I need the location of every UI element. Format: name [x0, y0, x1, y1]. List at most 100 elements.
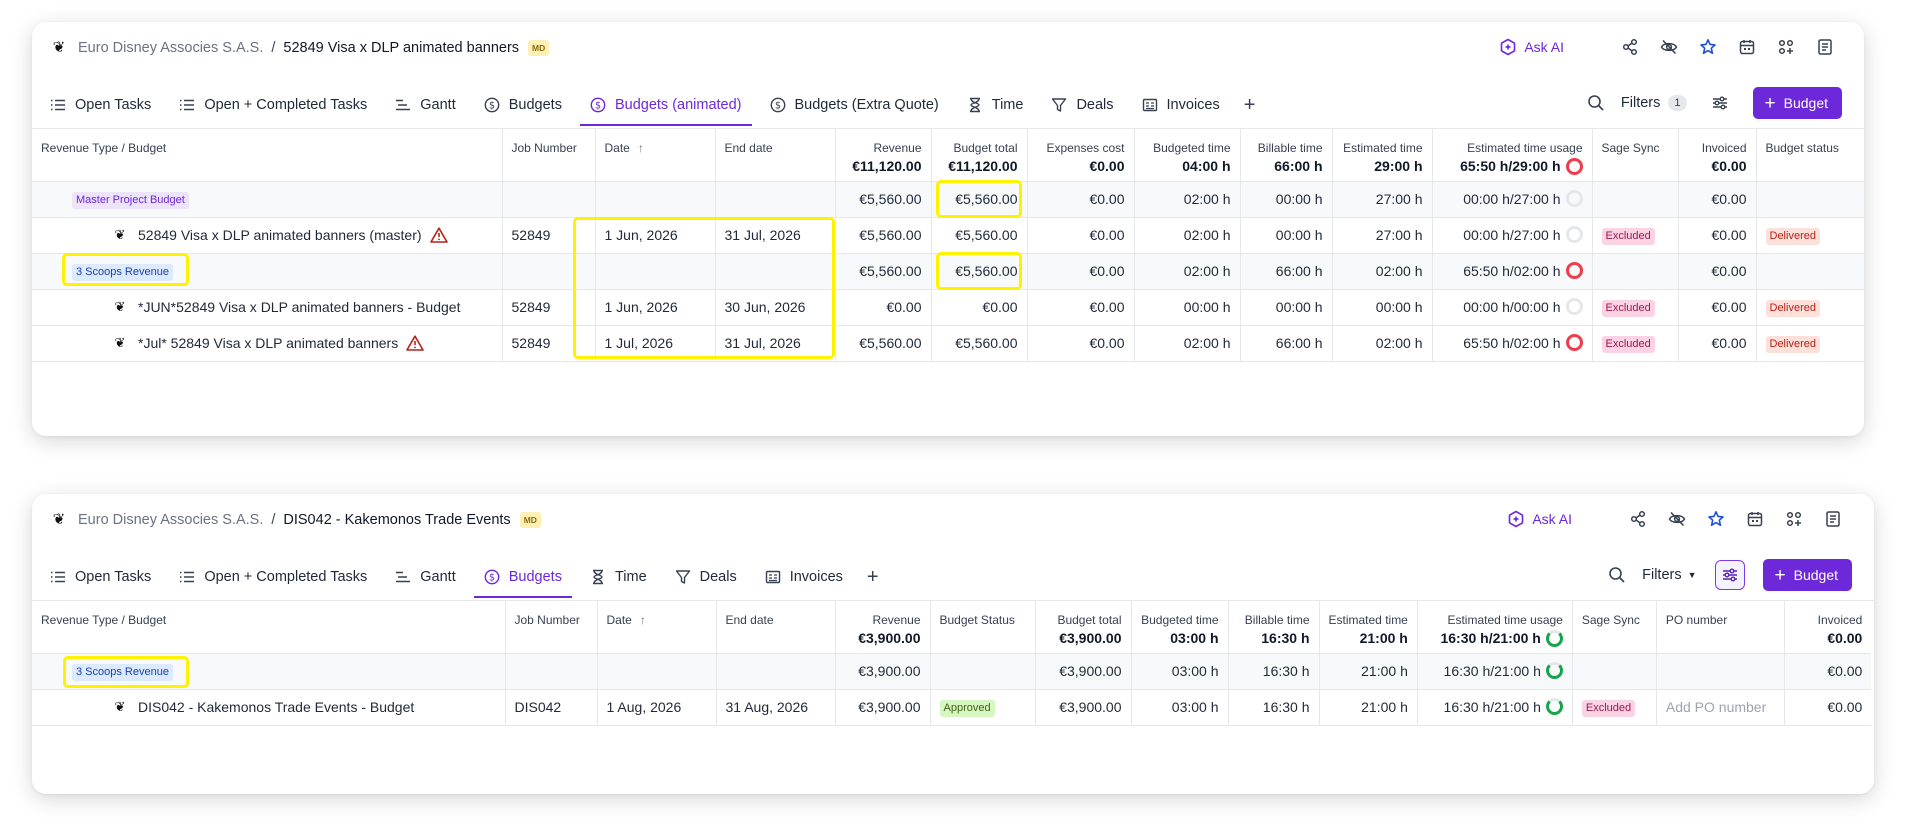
warning-icon[interactable] — [406, 335, 425, 351]
cell-name[interactable]: ❦ DIS042 - Kakemonos Trade Events - Budge… — [32, 689, 506, 726]
cell-name[interactable]: 3 Scoops Revenue — [32, 253, 503, 290]
column-header[interactable]: Estimated time usage 65:50 h/29:00 h — [1432, 129, 1593, 182]
share-icon[interactable] — [1629, 510, 1647, 528]
group-row[interactable]: 3 Scoops Revenue €5,560.00 €5,560.00 €0.00 0… — [32, 253, 1864, 290]
cell-name[interactable]: Master Project Budget — [32, 181, 503, 218]
ask-ai-button[interactable]: Ask AI — [1507, 510, 1572, 528]
filters-button[interactable]: Filters 1 — [1621, 95, 1687, 111]
add-po-number-link[interactable]: Add PO number — [1666, 699, 1766, 715]
column-header[interactable]: Estimated time usage 16:30 h/21:00 h — [1417, 601, 1573, 654]
cell-name[interactable]: 3 Scoops Revenue — [32, 653, 506, 690]
budget-name-label[interactable]: *JUN*52849 Visa x DLP animated banners -… — [138, 299, 460, 315]
column-header[interactable]: End date — [716, 601, 836, 654]
tab-budgets-animated[interactable]: $ Budgets (animated) — [579, 84, 752, 126]
budget-name[interactable]: ❦ *JUN*52849 Visa x DLP animated banners … — [41, 299, 493, 315]
column-header[interactable]: Revenue Type / Budget — [32, 601, 506, 654]
filters-button[interactable]: Filters ▼ — [1642, 567, 1696, 583]
column-header[interactable]: Date ↑ — [595, 129, 716, 182]
column-header[interactable]: Budget total €11,120.00 — [931, 129, 1028, 182]
tab-invoices[interactable]: Invoices — [1132, 84, 1230, 126]
column-header[interactable]: Estimated time 29:00 h — [1332, 129, 1433, 182]
budget-name-label[interactable]: *Jul* 52849 Visa x DLP animated banners — [138, 335, 398, 351]
sort-ascending-icon[interactable]: ↑ — [640, 613, 646, 627]
column-header[interactable]: Billable time 66:00 h — [1240, 129, 1333, 182]
column-header[interactable]: PO number — [1656, 601, 1785, 654]
table-row[interactable]: ❦ *Jul* 52849 Visa x DLP animated banners… — [32, 325, 1864, 362]
table-row[interactable]: ❦ *JUN*52849 Visa x DLP animated banners … — [32, 289, 1864, 326]
column-header[interactable]: Budget total €3,900.00 — [1035, 601, 1132, 654]
add-budget-button[interactable]: + Budget — [1762, 559, 1852, 591]
add-tab-button[interactable]: + — [1238, 84, 1262, 126]
tab-open-tasks[interactable]: Open Tasks — [50, 556, 161, 598]
column-header[interactable]: Job Number — [505, 601, 598, 654]
column-header[interactable]: Budget Status — [930, 601, 1036, 654]
column-header[interactable]: Invoiced €0.00 — [1678, 129, 1757, 182]
add-tab-button[interactable]: + — [861, 556, 885, 598]
apps-icon[interactable] — [1785, 510, 1803, 528]
star-icon[interactable] — [1699, 38, 1717, 56]
tab-time[interactable]: Time — [957, 84, 1034, 126]
tab-budgets[interactable]: $ Budgets — [473, 556, 573, 598]
tab-budgets[interactable]: $ Budgets — [474, 84, 572, 126]
calendar-icon[interactable] — [1738, 38, 1756, 56]
tab-deals[interactable]: Deals — [665, 556, 747, 598]
revenue-type-tag[interactable]: 3 Scoops Revenue — [72, 263, 173, 281]
cell-name[interactable]: ❦ *JUN*52849 Visa x DLP animated banners … — [32, 289, 503, 326]
add-budget-button[interactable]: + Budget — [1752, 87, 1842, 119]
column-header[interactable]: Revenue €11,120.00 — [835, 129, 932, 182]
sort-ascending-icon[interactable]: ↑ — [638, 141, 644, 155]
breadcrumb-client[interactable]: Euro Disney Associes S.A.S. — [78, 40, 263, 56]
search-icon[interactable] — [1587, 94, 1605, 112]
column-settings-icon[interactable] — [1714, 560, 1745, 590]
column-header[interactable]: Budget status — [1756, 129, 1864, 182]
apps-icon[interactable] — [1777, 38, 1795, 56]
column-settings-icon[interactable] — [1705, 88, 1735, 118]
calendar-icon[interactable] — [1746, 510, 1764, 528]
group-row[interactable]: Master Project Budget €5,560.00 €5,560.00 €… — [32, 181, 1864, 218]
revenue-type-tag[interactable]: Master Project Budget — [72, 191, 189, 209]
table-row[interactable]: ❦ 52849 Visa x DLP animated banners (mast… — [32, 217, 1864, 254]
column-header[interactable]: Budgeted time 04:00 h — [1134, 129, 1241, 182]
column-header[interactable]: Estimated time 21:00 h — [1319, 601, 1418, 654]
budget-name[interactable]: ❦ *Jul* 52849 Visa x DLP animated banners — [41, 335, 493, 351]
share-icon[interactable] — [1621, 38, 1639, 56]
table-row[interactable]: ❦ DIS042 - Kakemonos Trade Events - Budge… — [32, 689, 1872, 726]
column-header[interactable]: Invoiced €0.00 — [1784, 601, 1872, 654]
cell-name[interactable]: ❦ 52849 Visa x DLP animated banners (mast… — [32, 217, 503, 254]
document-icon[interactable] — [1824, 510, 1842, 528]
column-header[interactable]: Date ↑ — [597, 601, 717, 654]
column-header[interactable]: Revenue €3,900.00 — [835, 601, 931, 654]
document-icon[interactable] — [1816, 38, 1834, 56]
group-row[interactable]: 3 Scoops Revenue €3,900.00 €3,900.00 03:00 … — [32, 653, 1872, 690]
ask-ai-button[interactable]: Ask AI — [1499, 38, 1564, 56]
tab-open-completed-tasks[interactable]: Open + Completed Tasks — [169, 556, 377, 598]
tab-gantt[interactable]: Gantt — [385, 556, 465, 598]
column-header[interactable]: Sage Sync — [1572, 601, 1657, 654]
tab-open-completed-tasks[interactable]: Open + Completed Tasks — [169, 84, 377, 126]
budget-name-label[interactable]: 52849 Visa x DLP animated banners (maste… — [138, 227, 422, 243]
tab-gantt[interactable]: Gantt — [385, 84, 465, 126]
revenue-type-tag[interactable]: 3 Scoops Revenue — [72, 663, 173, 681]
eye-off-icon[interactable] — [1668, 510, 1686, 528]
star-icon[interactable] — [1707, 510, 1725, 528]
tab-open-tasks[interactable]: Open Tasks — [50, 84, 161, 126]
column-header[interactable]: Revenue Type / Budget — [32, 129, 503, 182]
column-header[interactable]: End date — [715, 129, 836, 182]
column-header[interactable]: Billable time 16:30 h — [1228, 601, 1320, 654]
breadcrumb-client[interactable]: Euro Disney Associes S.A.S. — [78, 512, 263, 528]
column-header[interactable]: Job Number — [502, 129, 596, 182]
cell-po[interactable]: Add PO number — [1656, 689, 1785, 726]
budget-name[interactable]: ❦ DIS042 - Kakemonos Trade Events - Budge… — [41, 699, 496, 715]
budget-name[interactable]: ❦ 52849 Visa x DLP animated banners (mast… — [41, 227, 493, 243]
tab-time[interactable]: Time — [580, 556, 657, 598]
column-header[interactable]: Sage Sync — [1592, 129, 1679, 182]
tab-budgets-extra-quote[interactable]: $ Budgets (Extra Quote) — [760, 84, 949, 126]
tab-invoices[interactable]: Invoices — [755, 556, 853, 598]
eye-off-icon[interactable] — [1660, 38, 1678, 56]
cell-name[interactable]: ❦ *Jul* 52849 Visa x DLP animated banners — [32, 325, 503, 362]
budget-name-label[interactable]: DIS042 - Kakemonos Trade Events - Budget — [138, 699, 414, 715]
column-header[interactable]: Expenses cost €0.00 — [1027, 129, 1135, 182]
tab-deals[interactable]: Deals — [1041, 84, 1123, 126]
warning-icon[interactable] — [429, 227, 448, 243]
search-icon[interactable] — [1608, 566, 1626, 584]
